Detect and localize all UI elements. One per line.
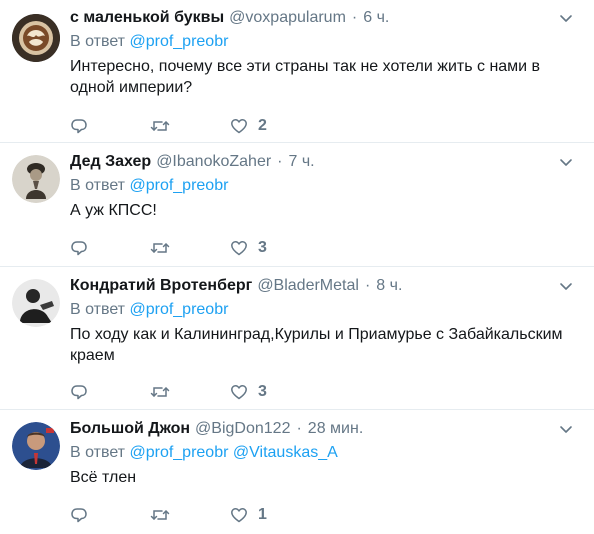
chevron-down-icon[interactable] bbox=[558, 278, 574, 294]
display-name[interactable]: Кондратий Вротенберг bbox=[70, 276, 252, 296]
reply-context: В ответ @prof_preobr bbox=[70, 176, 574, 196]
tweet-text: Всё тлен bbox=[70, 469, 137, 486]
reply-prefix: В ответ bbox=[70, 177, 126, 194]
reply-prefix: В ответ bbox=[70, 301, 126, 318]
reply-icon bbox=[70, 117, 88, 135]
like-count: 3 bbox=[258, 383, 267, 400]
reply-context: В ответ @prof_preobr bbox=[70, 32, 574, 52]
like-count: 1 bbox=[258, 506, 267, 523]
tweet-text: Интересно, почему все эти страны так не … bbox=[70, 58, 541, 96]
tweet-actions: 3 bbox=[70, 238, 267, 258]
display-name[interactable]: с маленькой буквы bbox=[70, 8, 224, 28]
reply-context: В ответ @prof_preobr bbox=[70, 300, 574, 320]
heart-icon bbox=[230, 383, 248, 401]
reply-button[interactable] bbox=[70, 383, 150, 401]
mention-link[interactable]: @prof_preobr bbox=[129, 301, 228, 318]
tweet-header: с маленькой буквы @voxpapularum · 6 ч. bbox=[70, 8, 574, 28]
avatar[interactable] bbox=[12, 279, 60, 327]
user-handle[interactable]: @IbanokoZaher bbox=[156, 152, 271, 172]
tweet-text: По ходу как и Калининград,Курилы и Приам… bbox=[70, 326, 563, 364]
retweet-icon bbox=[150, 383, 170, 401]
header-separator: · bbox=[364, 277, 371, 294]
avatar[interactable] bbox=[12, 422, 60, 470]
display-name[interactable]: Большой Джон bbox=[70, 419, 190, 439]
retweet-icon bbox=[150, 506, 170, 524]
tweet-header: Кондратий Вротенберг @BladerMetal · 8 ч. bbox=[70, 276, 574, 296]
mention-link[interactable]: @prof_preobr bbox=[129, 33, 228, 50]
tweet-actions: 3 bbox=[70, 382, 267, 402]
tweet[interactable]: Большой Джон @BigDon122 · 28 мин. В отве… bbox=[0, 410, 594, 534]
timestamp[interactable]: 28 мин. bbox=[308, 419, 363, 439]
retweet-button[interactable] bbox=[150, 383, 230, 401]
header-separator: · bbox=[351, 9, 358, 26]
tweet-actions: 1 bbox=[70, 505, 267, 525]
tweet-header: Дед Захер @IbanokoZaher · 7 ч. bbox=[70, 152, 574, 172]
reply-prefix: В ответ bbox=[70, 444, 126, 461]
display-name[interactable]: Дед Захер bbox=[70, 152, 151, 172]
header-separator: · bbox=[296, 420, 302, 437]
reply-icon bbox=[70, 383, 88, 401]
timestamp[interactable]: 8 ч. bbox=[376, 276, 402, 296]
tweet[interactable]: Кондратий Вротенберг @BladerMetal · 8 ч.… bbox=[0, 267, 594, 408]
reply-button[interactable] bbox=[70, 239, 150, 257]
chevron-down-icon[interactable] bbox=[558, 421, 574, 437]
tweet-actions: 2 bbox=[70, 116, 267, 136]
like-button[interactable]: 2 bbox=[230, 117, 267, 135]
heart-icon bbox=[230, 506, 248, 524]
tweet-header: Большой Джон @BigDon122 · 28 мин. bbox=[70, 419, 574, 439]
retweet-button[interactable] bbox=[150, 506, 230, 524]
like-count: 2 bbox=[258, 117, 267, 134]
timestamp[interactable]: 7 ч. bbox=[289, 152, 315, 172]
reply-button[interactable] bbox=[70, 117, 150, 135]
retweet-button[interactable] bbox=[150, 239, 230, 257]
mention-link[interactable]: @prof_preobr bbox=[129, 444, 228, 461]
chevron-down-icon[interactable] bbox=[558, 154, 574, 170]
user-handle[interactable]: @BladerMetal bbox=[257, 276, 359, 296]
avatar[interactable] bbox=[12, 155, 60, 203]
retweet-button[interactable] bbox=[150, 117, 230, 135]
tweet[interactable]: с маленькой буквы @voxpapularum · 6 ч. В… bbox=[0, 0, 594, 140]
reply-thread: с маленькой буквы @voxpapularum · 6 ч. В… bbox=[0, 0, 594, 534]
user-handle[interactable]: @voxpapularum bbox=[229, 8, 346, 28]
like-button[interactable]: 3 bbox=[230, 239, 267, 257]
reply-button[interactable] bbox=[70, 506, 150, 524]
mention-link[interactable]: @Vitauskas_A bbox=[233, 444, 338, 461]
tweet-text: А уж КПСС! bbox=[70, 202, 157, 219]
reply-prefix: В ответ bbox=[70, 33, 126, 50]
reply-icon bbox=[70, 506, 88, 524]
heart-icon bbox=[230, 117, 248, 135]
retweet-icon bbox=[150, 239, 170, 257]
like-count: 3 bbox=[258, 239, 267, 256]
heart-icon bbox=[230, 239, 248, 257]
reply-icon bbox=[70, 239, 88, 257]
timestamp[interactable]: 6 ч. bbox=[363, 8, 389, 28]
like-button[interactable]: 1 bbox=[230, 506, 267, 524]
retweet-icon bbox=[150, 117, 170, 135]
mention-link[interactable]: @prof_preobr bbox=[129, 177, 228, 194]
reply-context: В ответ @prof_preobr @Vitauskas_A bbox=[70, 443, 574, 463]
tweet[interactable]: Дед Захер @IbanokoZaher · 7 ч. В ответ @… bbox=[0, 143, 594, 266]
chevron-down-icon[interactable] bbox=[558, 10, 574, 26]
avatar[interactable] bbox=[12, 14, 60, 62]
like-button[interactable]: 3 bbox=[230, 383, 267, 401]
user-handle[interactable]: @BigDon122 bbox=[195, 419, 290, 439]
header-separator: · bbox=[277, 153, 283, 170]
